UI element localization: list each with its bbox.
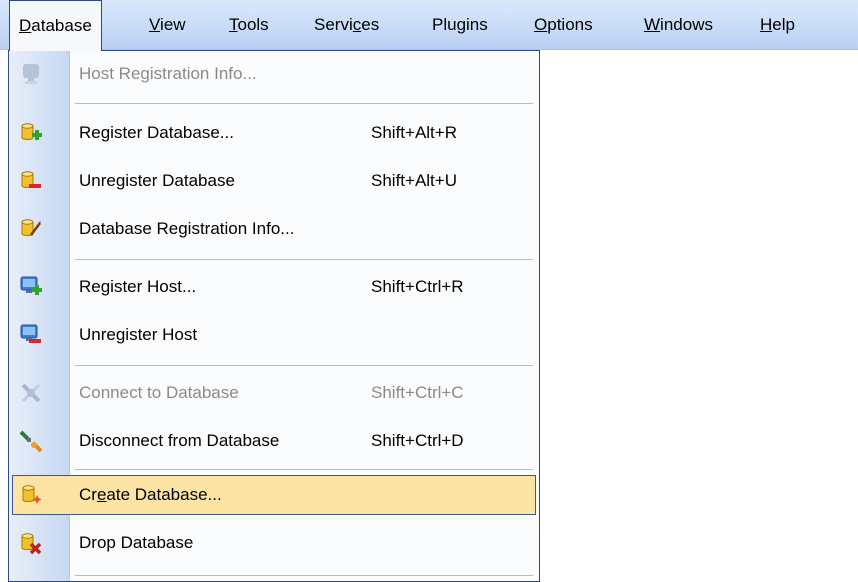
menu-item-label: Drop Database [79,533,194,552]
menu-separator [75,469,533,470]
menu-item-shortcut: Shift+Ctrl+R [371,277,464,296]
menu-item-label: Register Database... [79,123,234,142]
menu-help[interactable]: Help [751,0,804,50]
menu-item-register-database[interactable]: Register Database... Shift+Alt+R [9,113,539,153]
menu-separator [75,365,533,366]
menu-item-label: Disconnect from Database [79,431,280,450]
menu-item-shortcut: Shift+Ctrl+D [371,431,464,450]
menu-item-shortcut: Shift+Alt+U [371,171,457,190]
menu-item-register-host[interactable]: Register Host... Shift+Ctrl+R [9,267,539,307]
menu-item-label: Unregister Host [79,325,198,344]
menu-windows[interactable]: Windows [635,0,722,50]
create-database-icon [20,483,44,507]
menu-windows-accel: W [644,15,661,34]
menu-tools[interactable]: Tools [220,0,278,50]
menu-item-drop-database[interactable]: Drop Database [9,523,539,563]
drop-database-icon [19,531,43,555]
register-database-icon [19,121,43,145]
database-info-icon [19,217,43,241]
menu-help-accel: H [760,15,773,34]
menu-item-shortcut: Shift+Alt+R [371,123,457,142]
menu-item-label: Unregister Database [79,171,235,190]
connect-icon [19,381,43,405]
menu-item-label: Connect to Database [79,383,239,402]
menu-view-accel: V [149,15,161,34]
database-dropdown-menu: Host Registration Info... Register Datab… [8,50,540,582]
menu-item-label: Create Database... [79,485,222,504]
menu-bar: Database View Tools Services Plugins Opt… [0,0,858,51]
menu-item-shortcut: Shift+Ctrl+C [371,383,464,402]
unregister-database-icon [19,169,43,193]
menu-services-accel: c [352,15,362,34]
menu-database-accel: D [19,16,32,35]
menu-database[interactable]: Database [9,0,102,51]
menu-item-host-registration-info[interactable]: Host Registration Info... [9,54,539,94]
menu-item-database-registration-info[interactable]: Database Registration Info... [9,209,539,249]
menu-plugins[interactable]: Plugins [423,0,497,50]
menu-item-disconnect-from-database[interactable]: Disconnect from Database Shift+Ctrl+D [9,421,539,461]
register-host-icon [19,275,43,299]
menu-options-accel: O [534,15,548,34]
menu-options[interactable]: Options [525,0,602,50]
menu-item-create-database[interactable]: Create Database... [12,475,536,515]
menu-item-unregister-host[interactable]: Unregister Host [9,315,539,355]
menu-view[interactable]: View [140,0,195,50]
host-info-icon [19,62,43,86]
menu-separator [75,103,533,104]
unregister-host-icon [19,323,43,347]
menu-item-label: Host Registration Info... [79,64,257,83]
disconnect-icon [19,429,43,453]
menu-item-connect-to-database[interactable]: Connect to Database Shift+Ctrl+C [9,373,539,413]
menu-item-label: Register Host... [79,277,197,296]
menu-services[interactable]: Services [305,0,388,50]
menu-item-label: Database Registration Info... [79,219,295,238]
menu-item-unregister-database[interactable]: Unregister Database Shift+Alt+U [9,161,539,201]
menu-separator [75,575,533,576]
menu-tools-accel: T [229,15,238,34]
menu-separator [75,259,533,260]
